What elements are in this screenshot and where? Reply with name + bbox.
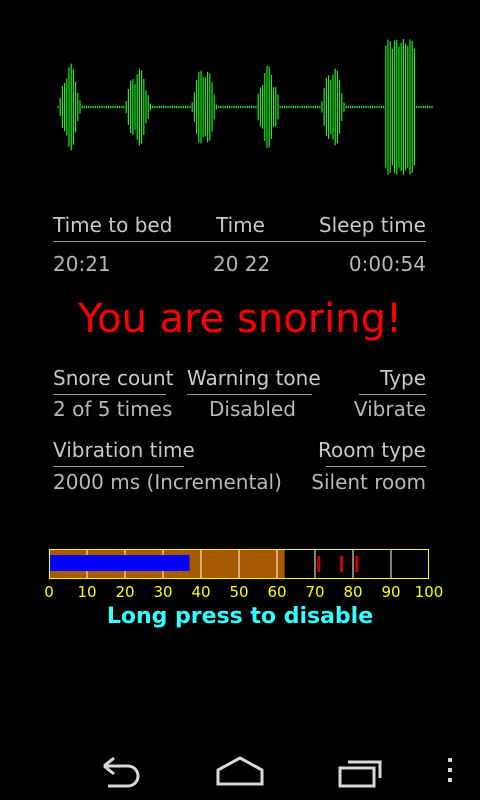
type-divider bbox=[359, 394, 426, 395]
peak-marker bbox=[317, 556, 321, 572]
snore-count-divider bbox=[53, 394, 166, 395]
long-press-disable-hint[interactable]: Long press to disable bbox=[0, 602, 480, 632]
recent-apps-icon[interactable] bbox=[334, 750, 390, 790]
back-icon[interactable] bbox=[92, 750, 148, 790]
vibration-time-label: Vibration time bbox=[53, 438, 195, 462]
meter-tick-label: 100 bbox=[414, 583, 444, 601]
meter-scale: 0 10 20 30 40 50 60 70 80 90 100 bbox=[40, 582, 443, 602]
type-label: Type bbox=[380, 366, 426, 390]
waveform-display bbox=[57, 39, 433, 175]
peak-marker bbox=[340, 556, 344, 572]
time-to-bed-value: 20:21 bbox=[53, 252, 111, 276]
type-value: Vibrate bbox=[353, 397, 426, 421]
meter-tick-label: 40 bbox=[191, 583, 211, 601]
vibration-time-divider bbox=[53, 466, 184, 467]
peak-marker bbox=[355, 556, 359, 572]
warning-tone-divider bbox=[187, 394, 312, 395]
meter-tick-label: 50 bbox=[229, 583, 249, 601]
snoring-alert: You are snoring! bbox=[77, 296, 403, 342]
snore-count-value: 2 of 5 times bbox=[53, 397, 173, 421]
sound-level-meter[interactable] bbox=[49, 549, 429, 579]
room-type-value: Silent room bbox=[311, 470, 426, 494]
meter-tick-label: 0 bbox=[44, 583, 54, 601]
meter-tick-label: 70 bbox=[305, 583, 325, 601]
time-value: 20 22 bbox=[213, 252, 271, 276]
meter-tick-label: 30 bbox=[153, 583, 173, 601]
time-label: Time bbox=[216, 213, 265, 237]
meter-tick-label: 80 bbox=[343, 583, 363, 601]
room-type-label: Room type bbox=[318, 438, 426, 462]
navigation-bar bbox=[0, 736, 480, 800]
meter-tick-label: 10 bbox=[77, 583, 97, 601]
time-to-bed-label: Time to bed bbox=[53, 213, 173, 237]
current-level-bar bbox=[50, 555, 190, 571]
warning-tone-value: Disabled bbox=[209, 397, 296, 421]
meter-tick-label: 90 bbox=[381, 583, 401, 601]
sleep-time-label: Sleep time bbox=[318, 213, 426, 237]
snore-count-label: Snore count bbox=[53, 366, 174, 390]
meter-tick-label: 20 bbox=[115, 583, 135, 601]
snore-monitor-screen: Time to bed Time Sleep time 20:21 20 22 … bbox=[0, 0, 480, 800]
stats-divider bbox=[53, 241, 426, 242]
vibration-time-value: 2000 ms (Incremental) bbox=[53, 470, 282, 494]
meter-tick-label: 60 bbox=[267, 583, 287, 601]
home-icon[interactable] bbox=[212, 750, 268, 790]
room-type-divider bbox=[326, 466, 426, 467]
warning-tone-label: Warning tone bbox=[187, 366, 321, 390]
overflow-menu-icon[interactable] bbox=[440, 750, 460, 790]
sleep-time-value: 0:00:54 bbox=[348, 252, 426, 276]
